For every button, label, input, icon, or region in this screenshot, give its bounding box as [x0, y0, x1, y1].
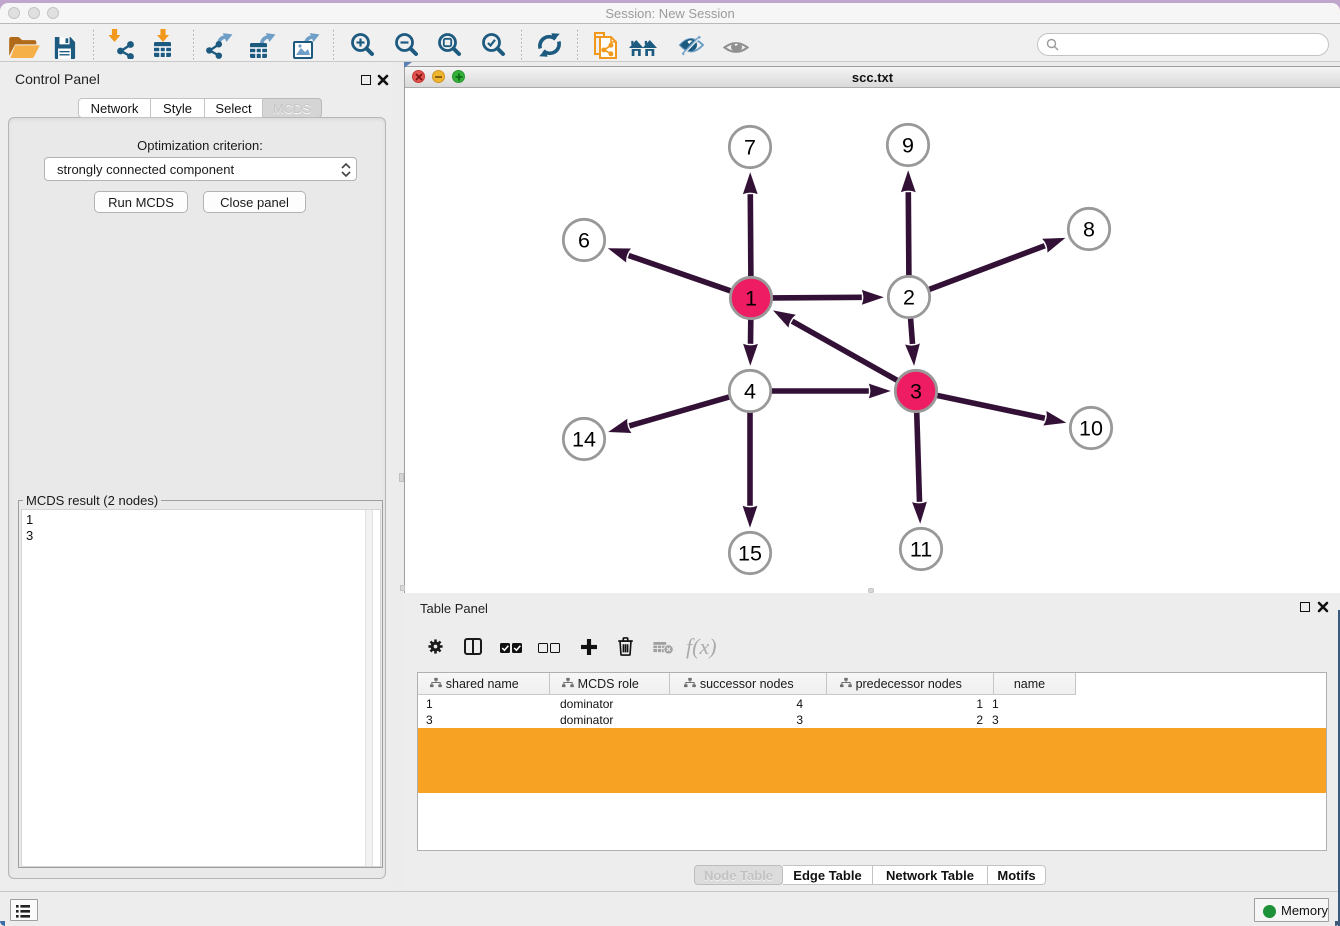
svg-text:10: 10: [1079, 417, 1103, 441]
svg-text:9: 9: [902, 134, 914, 158]
svg-text:11: 11: [910, 538, 932, 562]
svg-text:15: 15: [738, 542, 762, 566]
svg-text:1: 1: [745, 287, 757, 311]
svg-text:4: 4: [744, 380, 756, 404]
svg-text:2: 2: [903, 286, 915, 310]
svg-text:14: 14: [572, 428, 596, 452]
svg-text:3: 3: [910, 380, 922, 404]
svg-text:7: 7: [744, 136, 756, 160]
svg-text:8: 8: [1083, 218, 1095, 242]
svg-text:6: 6: [578, 229, 590, 253]
